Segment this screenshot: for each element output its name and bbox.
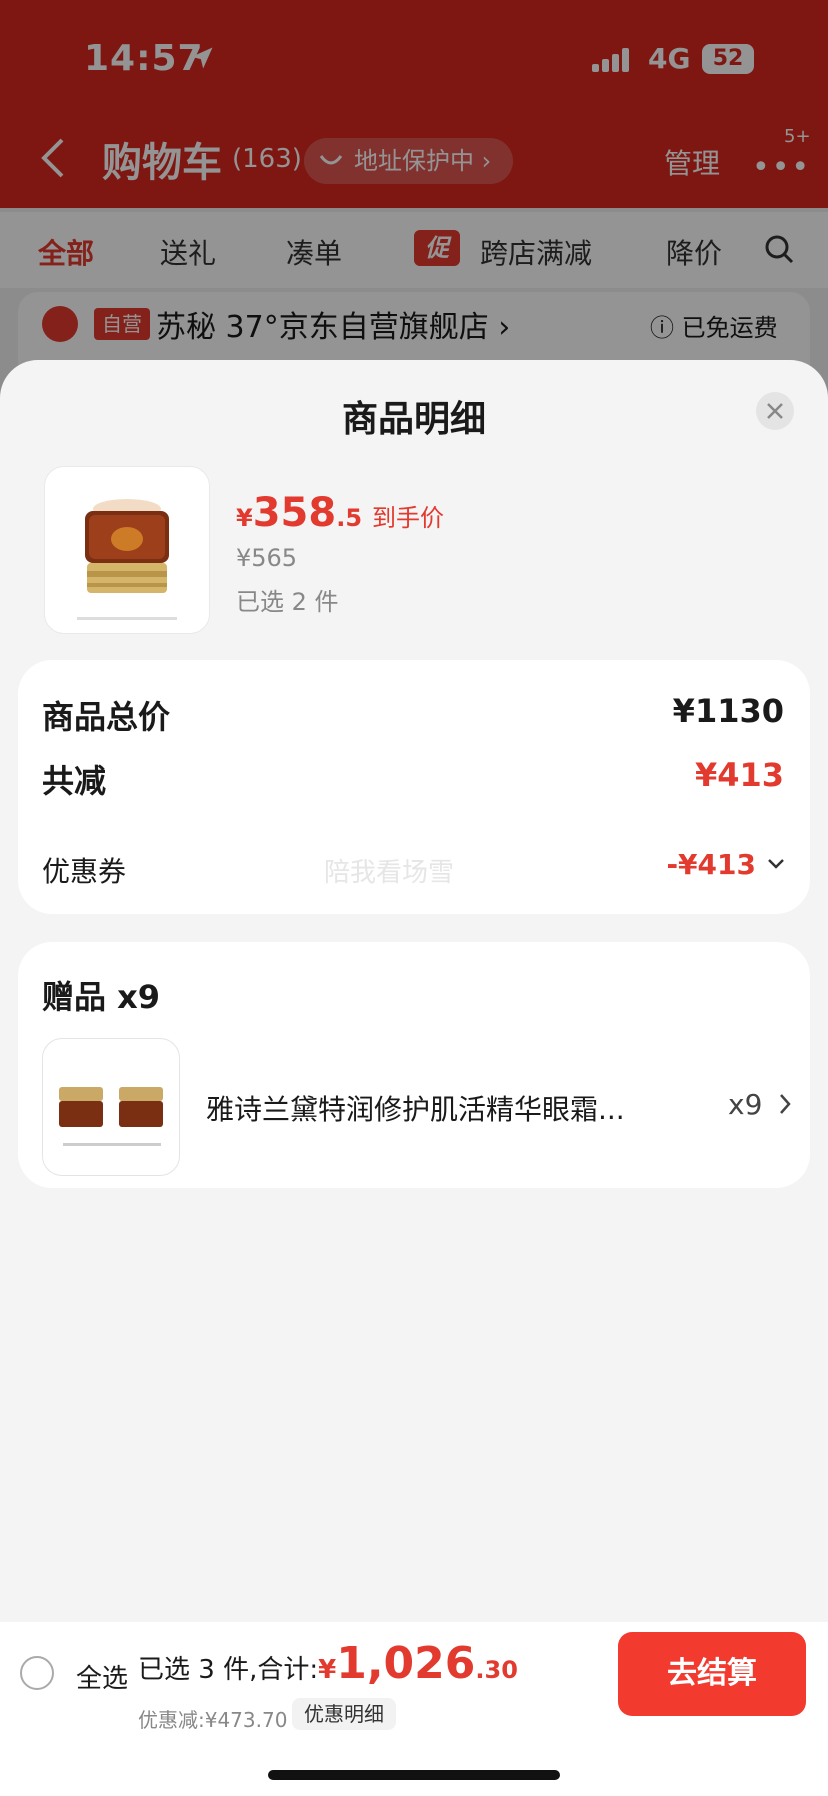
price-currency: ¥ <box>236 504 253 532</box>
total-currency: ¥ <box>318 1655 337 1685</box>
coupon-label: 优惠券 <box>42 855 127 888</box>
discount-summary: 优惠减:¥473.70 <box>138 1708 288 1732</box>
product-price: ¥358.5 到手价 <box>236 490 444 536</box>
price-decimal: .5 <box>336 504 363 532</box>
discount-detail-button[interactable]: 优惠明细 <box>292 1698 396 1730</box>
total-reduce-value: ¥413 <box>694 756 784 794</box>
total-prefix: 已选 3 件,合计: <box>138 1655 319 1685</box>
close-button[interactable] <box>756 392 794 430</box>
chevron-right-icon[interactable] <box>778 1092 792 1116</box>
final-price-tag: 到手价 <box>372 504 445 532</box>
gift-image[interactable] <box>42 1038 180 1176</box>
select-all-radio[interactable] <box>20 1656 54 1690</box>
selected-quantity: 已选 2 件 <box>236 588 339 616</box>
product-detail-sheet: 商品明细 ¥358.5 到手价 ¥565 已选 2 件 商品总价 ¥1130 共减… <box>0 360 828 1796</box>
gift-title: 赠品 x9 <box>42 978 161 1016</box>
gift-card: 赠品 x9 雅诗兰黛特润修护肌活精华眼霜... x9 <box>18 942 810 1188</box>
total-price-value: ¥1130 <box>672 692 784 730</box>
gift-name[interactable]: 雅诗兰黛特润修护肌活精华眼霜... <box>206 1088 666 1128</box>
coupon-value[interactable]: -¥413 <box>666 848 756 881</box>
gift-jars-image <box>59 1087 163 1146</box>
checkout-bar: 全选 已选 3 件,合计:¥1,026.30 优惠减:¥473.70 优惠明细 … <box>0 1622 828 1796</box>
eye-cream-jar-image <box>77 499 177 620</box>
select-all-label[interactable]: 全选 <box>76 1658 128 1695</box>
close-icon <box>767 403 783 419</box>
gift-quantity: x9 <box>728 1088 763 1121</box>
watermark-text: 陪我看场雪 <box>324 858 455 888</box>
original-price: ¥565 <box>236 544 298 572</box>
total-reduce-label: 共减 <box>42 762 107 800</box>
product-image[interactable] <box>44 466 210 634</box>
total-line: 已选 3 件,合计:¥1,026.30 <box>138 1638 518 1689</box>
home-indicator[interactable] <box>268 1770 560 1780</box>
sheet-title: 商品明细 <box>341 399 486 440</box>
checkout-button[interactable]: 去结算 <box>618 1632 806 1716</box>
total-price-label: 商品总价 <box>42 698 171 736</box>
chevron-down-icon[interactable] <box>766 856 786 872</box>
price-integer: 358 <box>252 490 337 536</box>
price-summary-card: 商品总价 ¥1130 共减 ¥413 优惠券 陪我看场雪 -¥413 <box>18 660 810 914</box>
total-decimal: .30 <box>475 1656 518 1684</box>
total-amount: 1,026 <box>336 1638 476 1689</box>
